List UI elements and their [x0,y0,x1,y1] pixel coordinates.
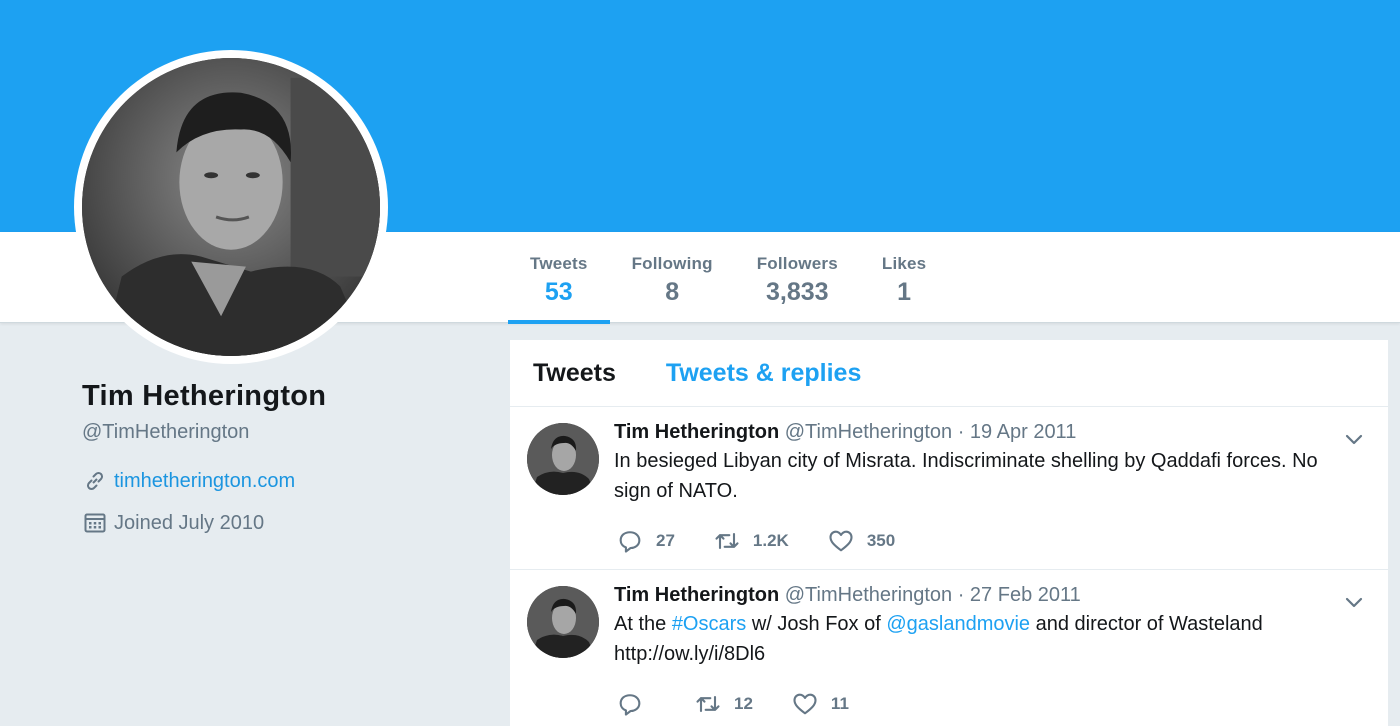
tweet-avatar[interactable] [527,423,599,495]
calendar-icon [82,510,108,536]
heart-icon [829,530,853,552]
retweet-icon [696,695,720,713]
retweet-icon [715,532,739,550]
tab-tweets[interactable]: Tweets [533,359,616,388]
reply-icon [619,531,641,553]
stat-value: 1 [897,278,912,306]
stat-value: 53 [544,278,573,306]
tweet-header: Tim Hetherington @TimHetherington · 27 F… [614,584,1354,607]
profile-website-row: timhetherington.com [82,468,482,494]
tweet-date[interactable]: · 27 Feb 2011 [958,584,1081,606]
mention-link[interactable]: @gaslandmovie [886,613,1030,635]
profile-handle: @TimHetherington [82,421,250,443]
heart-icon [793,693,817,715]
chevron-down-icon[interactable] [1342,427,1366,451]
hashtag-link[interactable]: #Oscars [672,613,746,635]
reply-button[interactable]: 27 [616,527,675,555]
tweet-author-name[interactable]: Tim Hetherington [614,584,779,606]
tweet[interactable]: Tim Hetherington @TimHetherington · 27 F… [510,570,1388,726]
stat-label: Tweets [530,254,588,273]
tweet-actions: 27 1.2K 350 [616,527,933,555]
stat-followers[interactable]: Followers 3,833 [735,232,860,323]
tweet-actions: 12 11 [616,690,887,718]
like-count: 350 [866,531,896,550]
reply-button[interactable] [616,690,656,718]
profile-avatar[interactable] [74,50,388,364]
retweet-button[interactable]: 1.2K [713,527,789,555]
tweet-body: Tim Hetherington @TimHetherington · 27 F… [614,584,1354,669]
stat-likes[interactable]: Likes 1 [860,232,948,323]
tweet-text: At the #Oscars w/ Josh Fox of @gaslandmo… [614,609,1354,669]
tweet-text-part: In besieged Libyan city of Misrata. Indi… [614,450,1318,502]
link-icon [82,468,108,494]
tweet-avatar[interactable] [527,586,599,658]
stat-label: Following [631,254,713,273]
tweet-date[interactable]: · 19 Apr 2011 [958,421,1077,443]
reply-icon [619,694,641,716]
stat-value: 8 [665,278,680,306]
tweet[interactable]: Tim Hetherington @TimHetherington · 19 A… [510,407,1388,570]
profile-joined: Joined July 2010 [114,511,265,534]
tab-tweets-replies[interactable]: Tweets & replies [666,359,861,388]
stat-label: Followers [756,254,838,273]
profile-card: Tim Hetherington @TimHetherington timhet… [82,380,482,536]
tweet-author-handle[interactable]: @TimHetherington [785,421,952,443]
profile-website-link[interactable]: timhetherington.com [114,470,295,493]
retweet-button[interactable]: 12 [694,690,753,718]
stat-tweets[interactable]: Tweets 53 [508,232,610,324]
profile-name[interactable]: Tim Hetherington [82,380,482,413]
tweet-author-handle[interactable]: @TimHetherington [785,584,952,606]
profile-joined-row: Joined July 2010 [82,510,482,536]
tweet-author-name[interactable]: Tim Hetherington [614,421,779,443]
timeline-tabs: Tweets Tweets & replies [510,340,1388,407]
like-button[interactable]: 11 [791,690,849,718]
retweet-count: 1.2K [752,531,789,550]
stat-value: 3,833 [766,278,829,306]
tweet-text: In besieged Libyan city of Misrata. Indi… [614,446,1354,506]
chevron-down-icon[interactable] [1342,590,1366,614]
retweet-count: 12 [734,694,753,713]
tweet-header: Tim Hetherington @TimHetherington · 19 A… [614,421,1354,444]
stat-following[interactable]: Following 8 [610,232,735,323]
profile-stats: Tweets 53 Following 8 Followers 3,833 Li… [508,232,948,324]
tweet-body: Tim Hetherington @TimHetherington · 19 A… [614,421,1354,506]
tweet-text-part: w/ Josh Fox of [746,613,887,635]
reply-count: 27 [656,531,675,550]
like-button[interactable]: 350 [827,527,895,555]
stat-label: Likes [881,254,927,273]
timeline: Tweets Tweets & replies Tim Hetherington… [510,340,1388,726]
like-count: 11 [830,694,849,713]
tweet-text-part: At the [614,613,672,635]
avatar-photo [82,58,380,356]
